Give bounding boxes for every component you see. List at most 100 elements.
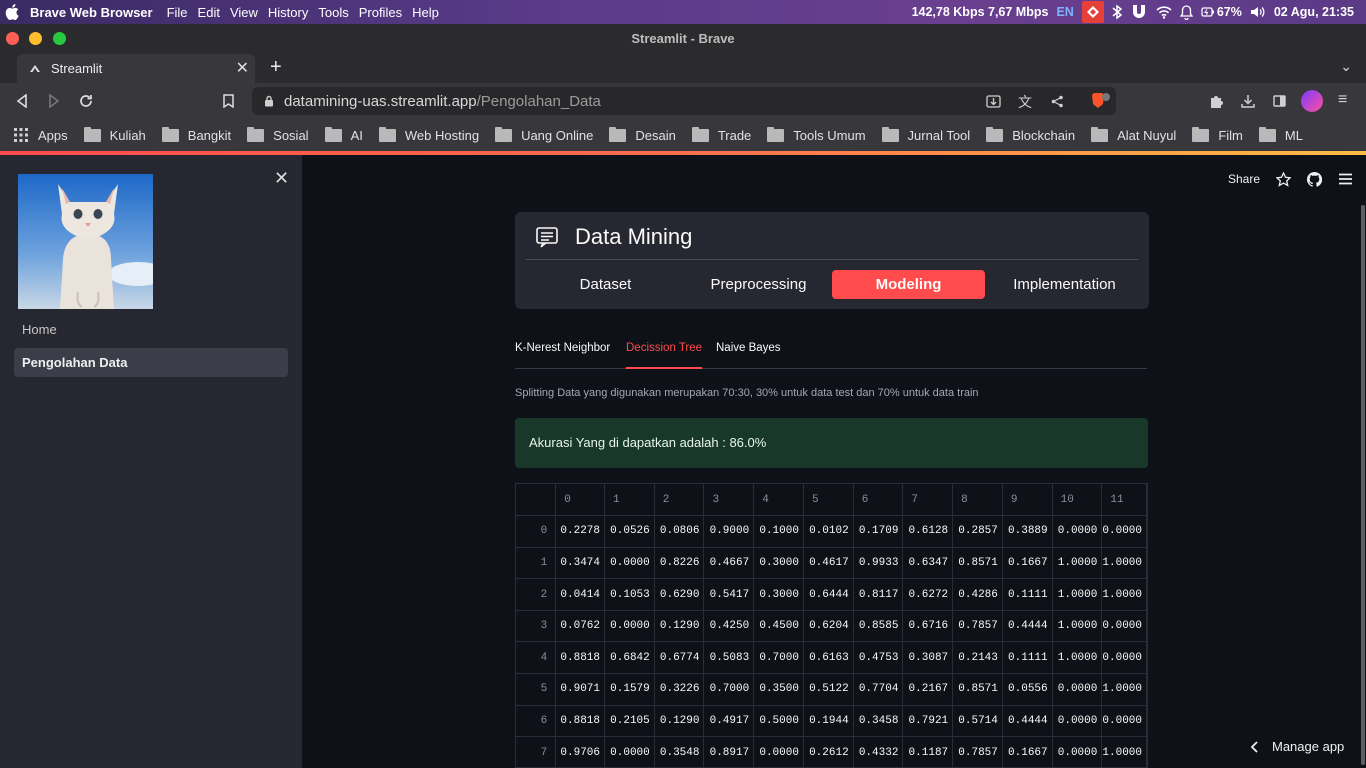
downloads-icon[interactable] (1241, 94, 1255, 108)
table-cell[interactable]: 0.7921 (902, 705, 954, 738)
table-cell[interactable]: 0.1053 (604, 578, 655, 611)
table-cell[interactable]: 0.0000 (604, 736, 655, 767)
bookmark-folder-desain[interactable]: Desain (609, 126, 676, 143)
table-cell[interactable]: 0.0102 (803, 515, 854, 548)
column-header[interactable]: 5 (803, 484, 854, 517)
table-cell[interactable]: 0.6163 (803, 641, 854, 675)
table-cell[interactable]: 0.7000 (753, 641, 804, 675)
wifi-icon[interactable] (1156, 5, 1172, 19)
table-cell[interactable]: 0.4444 (1002, 610, 1053, 643)
table-cell[interactable]: 0.3500 (753, 673, 804, 706)
table-cell[interactable]: 0.8226 (654, 547, 705, 580)
dataframe[interactable]: 0 1 2 3 4 5 6 7 8 9 10 11 0 0.2278 0.0526 0.0806 0.9000… (515, 483, 1148, 768)
sidebar-toggle-icon[interactable] (1273, 95, 1286, 107)
sidebar-item-home[interactable]: Home (22, 322, 57, 337)
table-cell[interactable]: 0.4332 (853, 736, 904, 767)
sidebar-item-pengolahan-data[interactable]: Pengolahan Data (14, 348, 288, 377)
table-cell[interactable]: 0.6272 (902, 578, 954, 611)
table-cell[interactable]: 0.2612 (803, 736, 854, 767)
column-header[interactable]: 4 (753, 484, 804, 517)
menu-tab-preprocessing[interactable]: Preprocessing (682, 270, 835, 299)
browser-tab[interactable]: Streamlit ✕ (17, 54, 255, 83)
table-cell[interactable]: 1.0000 (1101, 736, 1147, 767)
menu-help[interactable]: Help (412, 5, 439, 20)
hamburger-menu-icon[interactable] (1338, 173, 1353, 185)
table-cell[interactable]: 0.1111 (1002, 641, 1053, 675)
table-cell[interactable]: 0.6290 (654, 578, 705, 611)
bookmark-folder-web-hosting[interactable]: Web Hosting (378, 126, 479, 143)
menu-tools[interactable]: Tools (318, 5, 348, 20)
table-cell[interactable]: 0.2167 (902, 673, 954, 706)
menu-profiles[interactable]: Profiles (359, 5, 402, 20)
table-cell[interactable]: 0.7704 (853, 673, 904, 706)
lock-icon[interactable] (264, 95, 274, 107)
table-cell[interactable]: 0.4286 (952, 578, 1003, 611)
table-cell[interactable]: 0.6842 (604, 641, 655, 675)
browser-menu-icon[interactable]: ≡ (1338, 91, 1347, 109)
table-cell[interactable]: 0.2278 (555, 515, 606, 548)
table-cell[interactable]: 0.0526 (604, 515, 655, 548)
brave-shields-icon[interactable] (1089, 92, 1111, 110)
bookmark-folder-film[interactable]: Film (1192, 126, 1243, 143)
table-cell[interactable]: 0.1579 (604, 673, 655, 706)
table-cell[interactable]: 0.5417 (703, 578, 755, 611)
manage-app-button[interactable]: Manage app (1250, 739, 1344, 754)
table-cell[interactable]: 0.8818 (555, 705, 606, 738)
bookmark-folder-kuliah[interactable]: Kuliah (83, 126, 146, 143)
table-cell[interactable]: 0.1667 (1002, 547, 1053, 580)
column-header[interactable]: 6 (853, 484, 904, 517)
table-cell[interactable]: 0.3889 (1002, 515, 1053, 548)
back-button[interactable] (16, 94, 28, 108)
column-header[interactable]: 3 (703, 484, 755, 517)
chevron-down-icon[interactable]: ⌄ (1340, 58, 1352, 75)
table-cell[interactable]: 0.0762 (555, 610, 606, 643)
url-text[interactable]: datamining-uas.streamlit.app/Pengolahan_… (284, 93, 601, 110)
menu-view[interactable]: View (230, 5, 258, 20)
table-cell[interactable]: 0.0556 (1002, 673, 1053, 706)
column-header[interactable]: 7 (902, 484, 954, 517)
table-cell[interactable]: 0.3000 (753, 578, 804, 611)
tab-decision-tree[interactable]: Decission Tree (626, 342, 702, 354)
table-cell[interactable]: 1.0000 (1101, 578, 1147, 611)
table-cell[interactable]: 0.5122 (803, 673, 854, 706)
table-cell[interactable]: 0.4917 (703, 705, 755, 738)
table-cell[interactable]: 0.1290 (654, 705, 705, 738)
table-cell[interactable]: 0.8917 (703, 736, 755, 767)
table-cell[interactable]: 1.0000 (1101, 547, 1147, 580)
table-cell[interactable]: 0.0000 (1052, 736, 1103, 767)
bookmark-folder-blockchain[interactable]: Blockchain (986, 126, 1075, 143)
translate-icon[interactable]: 文 (1018, 92, 1032, 112)
table-cell[interactable]: 0.3474 (555, 547, 606, 580)
close-tab-icon[interactable]: ✕ (236, 58, 249, 78)
table-cell[interactable]: 0.9933 (853, 547, 904, 580)
menu-tab-dataset[interactable]: Dataset (529, 270, 682, 299)
table-cell[interactable]: 0.5714 (952, 705, 1003, 738)
table-cell[interactable]: 0.3548 (654, 736, 705, 767)
table-cell[interactable]: 0.1000 (753, 515, 804, 548)
table-cell[interactable]: 0.5000 (753, 705, 804, 738)
table-cell[interactable]: 1.0000 (1052, 578, 1103, 611)
table-cell[interactable]: 0.3087 (902, 641, 954, 675)
menu-history[interactable]: History (268, 5, 308, 20)
reload-button[interactable] (79, 94, 93, 108)
table-cell[interactable]: 0.5083 (703, 641, 755, 675)
table-cell[interactable]: 0.2857 (952, 515, 1003, 548)
table-cell[interactable]: 0.1187 (902, 736, 954, 767)
menu-tab-modeling[interactable]: Modeling (832, 270, 985, 299)
table-cell[interactable]: 1.0000 (1052, 547, 1103, 580)
network-speed[interactable]: 142,78 Kbps 7,67 Mbps (912, 5, 1049, 19)
table-cell[interactable]: 0.9706 (555, 736, 606, 767)
install-app-icon[interactable] (986, 95, 1001, 108)
table-cell[interactable]: 0.0000 (753, 736, 804, 767)
table-cell[interactable]: 0.1290 (654, 610, 705, 643)
battery-status[interactable]: 67% (1201, 5, 1242, 19)
table-cell[interactable]: 0.8818 (555, 641, 606, 675)
table-cell[interactable]: 0.0000 (1101, 641, 1147, 675)
star-icon[interactable] (1276, 171, 1291, 187)
table-cell[interactable]: 0.4617 (803, 547, 854, 580)
apple-logo-icon[interactable] (5, 4, 19, 20)
bookmark-folder-trade[interactable]: Trade (691, 126, 751, 143)
table-cell[interactable]: 0.9000 (703, 515, 755, 548)
table-cell[interactable]: 0.7857 (952, 736, 1003, 767)
bluetooth-icon[interactable] (1112, 4, 1122, 20)
